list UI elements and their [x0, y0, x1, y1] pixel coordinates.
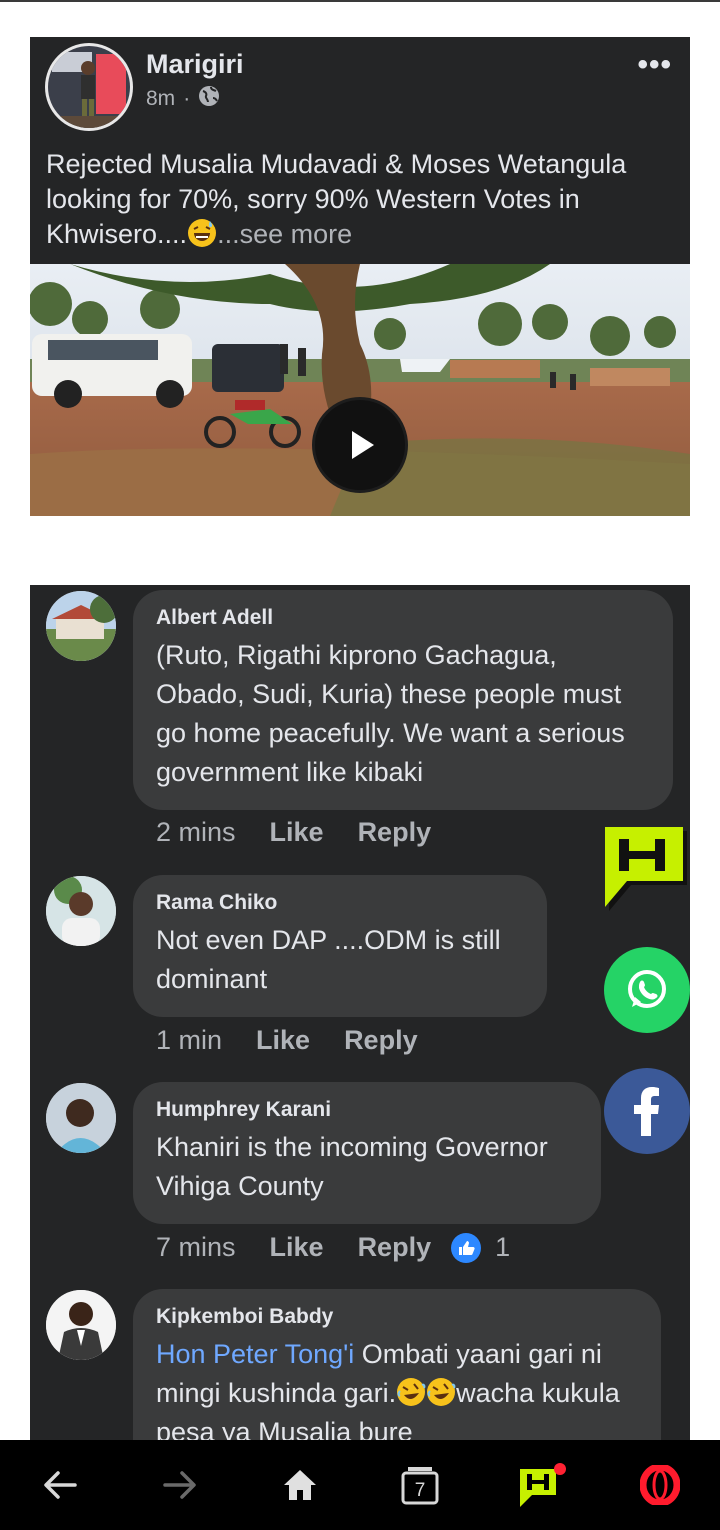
more-options-button[interactable]: ••• — [637, 50, 672, 80]
comment-avatar[interactable] — [46, 591, 116, 661]
globe-icon — [198, 85, 220, 113]
post-card: Marigiri 8m · ••• Rejected Musalia Mudav… — [30, 37, 690, 516]
h-logo-icon — [605, 827, 687, 911]
h-app-button[interactable] — [518, 1463, 566, 1507]
post-meta: 8m · — [146, 85, 220, 113]
arrow-right-icon — [163, 1471, 196, 1499]
play-button[interactable] — [312, 397, 408, 493]
comment-bubble: Albert Adell (Ruto, Rigathi kiprono Gach… — [133, 590, 673, 810]
comment-text: Khaniri is the incoming Governor Vihiga … — [156, 1132, 548, 1201]
comment-time: 7 mins — [156, 1232, 236, 1262]
post-time: 8m — [146, 87, 176, 110]
post-video[interactable] — [30, 264, 690, 516]
h-share-button[interactable] — [603, 827, 691, 915]
reply-button[interactable]: Reply — [344, 1025, 418, 1056]
comment-text: Hon Peter Tong'i Ombati yaani gari ni mi… — [156, 1335, 639, 1445]
more-dots-icon: ••• — [637, 48, 672, 81]
meta-separator: · — [183, 87, 191, 110]
comment-bubble: Rama Chiko Not even DAP ....ODM is still… — [133, 875, 547, 1017]
rofl-emoji-icon — [396, 1377, 426, 1407]
facebook-icon — [634, 1087, 659, 1136]
reaction-count: 1 — [495, 1232, 511, 1262]
tab-count: 7 — [415, 1480, 426, 1501]
comment-time: 1 min — [156, 1025, 223, 1055]
reaction-summary[interactable]: 1 — [451, 1232, 510, 1263]
comment-avatar[interactable] — [46, 1083, 116, 1153]
thumbs-up-icon — [451, 1232, 482, 1263]
top-divider — [0, 0, 720, 2]
h-logo-icon — [520, 1463, 566, 1507]
comment-bubble: Humphrey Karani Khaniri is the incoming … — [133, 1082, 601, 1224]
facebook-share-button[interactable] — [604, 1068, 690, 1154]
see-more-link[interactable]: ...see more — [217, 219, 352, 249]
comment-actions: 7 mins Like Reply 1 — [156, 1232, 510, 1263]
like-button[interactable]: Like — [270, 1232, 324, 1263]
comment-bubble: Kipkemboi Babdy Hon Peter Tong'i Ombati … — [133, 1289, 661, 1445]
grinning-sweat-emoji-icon — [187, 218, 217, 248]
whatsapp-share-button[interactable] — [604, 947, 690, 1033]
mention-link[interactable]: Hon Peter Tong'i — [156, 1339, 354, 1369]
opera-menu-button[interactable] — [640, 1465, 680, 1505]
play-icon — [352, 431, 374, 459]
home-icon — [284, 1470, 316, 1500]
comment-avatar[interactable] — [46, 1290, 116, 1360]
arrow-left-icon — [44, 1471, 77, 1499]
comment-actions: 2 mins Like Reply — [156, 817, 465, 848]
post-author-avatar[interactable] — [45, 43, 133, 131]
comments-section: Albert Adell (Ruto, Rigathi kiprono Gach… — [30, 585, 690, 1445]
comment-actions: 1 min Like Reply — [156, 1025, 452, 1056]
comment-avatar[interactable] — [46, 876, 116, 946]
tabs-button[interactable]: 7 — [400, 1465, 440, 1505]
tabs-icon: 7 — [401, 1467, 439, 1505]
reply-button[interactable]: Reply — [358, 1232, 432, 1263]
like-button[interactable]: Like — [270, 817, 324, 848]
browser-navigation-bar: 7 — [0, 1440, 720, 1530]
home-button[interactable] — [280, 1465, 320, 1505]
whatsapp-icon — [628, 970, 666, 1008]
reply-button[interactable]: Reply — [358, 817, 432, 848]
opera-logo-icon — [640, 1465, 680, 1505]
post-author-name[interactable]: Marigiri — [146, 49, 244, 80]
comment-time: 2 mins — [156, 817, 236, 847]
comment-author[interactable]: Albert Adell — [156, 606, 651, 630]
comment-author[interactable]: Rama Chiko — [156, 891, 525, 915]
rofl-emoji-icon — [426, 1377, 456, 1407]
forward-button[interactable] — [160, 1465, 200, 1505]
like-button[interactable]: Like — [256, 1025, 310, 1056]
comment-text: Not even DAP ....ODM is still dominant — [156, 925, 501, 994]
post-body: Rejected Musalia Mudavadi & Moses Wetang… — [46, 147, 686, 252]
comment-text: (Ruto, Rigathi kiprono Gachagua, Obado, … — [156, 640, 625, 787]
comment-author[interactable]: Humphrey Karani — [156, 1098, 579, 1122]
back-button[interactable] — [40, 1465, 80, 1505]
comment-author[interactable]: Kipkemboi Babdy — [156, 1305, 639, 1329]
